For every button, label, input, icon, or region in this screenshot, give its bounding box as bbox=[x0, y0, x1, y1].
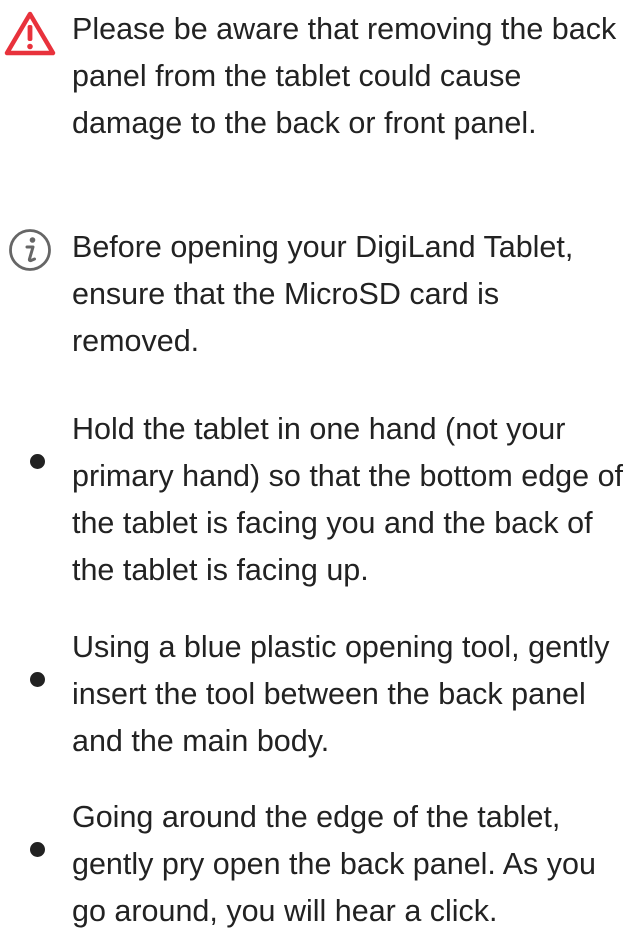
warning-item: Please be aware that removing the back p… bbox=[0, 0, 639, 190]
warning-triangle-icon bbox=[4, 11, 56, 56]
list-item: Hold the tablet in one hand (not your pr… bbox=[0, 400, 639, 590]
note-text: Before opening your DigiLand Tablet, ens… bbox=[72, 230, 574, 358]
list-item-text: Using a blue plastic opening tool, gentl… bbox=[72, 630, 610, 758]
list-item: Using a blue plastic opening tool, gentl… bbox=[0, 618, 639, 768]
bullet-icon bbox=[30, 454, 45, 469]
info-circle-icon bbox=[9, 229, 51, 271]
bullet-icon bbox=[30, 842, 45, 857]
bullet-icon bbox=[30, 672, 45, 687]
note-item: Before opening your DigiLand Tablet, ens… bbox=[0, 218, 639, 368]
list-item-text: Hold the tablet in one hand (not your pr… bbox=[72, 412, 624, 587]
list-item-text: Going around the edge of the tablet, gen… bbox=[72, 800, 596, 928]
warning-text: Please be aware that removing the back p… bbox=[72, 12, 617, 140]
list-item: Going around the edge of the tablet, gen… bbox=[0, 788, 639, 930]
